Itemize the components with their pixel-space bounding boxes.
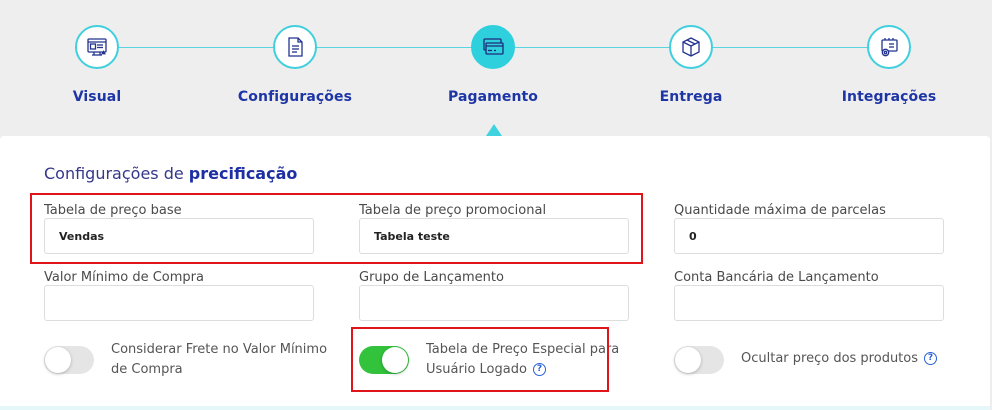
considerar-frete-line1: Considerar Frete no Valor Mínimo: [111, 342, 328, 357]
step-integracoes[interactable]: Integrações: [809, 25, 969, 105]
card-bottom-strip: [0, 406, 990, 410]
visual-layout-icon: [75, 25, 119, 69]
ocultar-preco-text: Ocultar preço dos produtos?: [741, 349, 938, 369]
step-configuracoes[interactable]: Configurações: [215, 25, 375, 105]
considerar-frete-toggle[interactable]: [44, 346, 94, 374]
parcelas-label: Quantidade máxima de parcelas: [674, 203, 886, 218]
step-entrega[interactable]: Entrega: [611, 25, 771, 105]
toggle-knob: [675, 347, 701, 373]
grupo-lancamento-label: Grupo de Lançamento: [359, 270, 504, 285]
step-label: Visual: [72, 89, 122, 105]
ocultar-preco-label: Ocultar preço dos produtos: [741, 351, 919, 366]
step-label: Integrações: [841, 89, 937, 105]
document-icon: [273, 25, 317, 69]
section-title-prefix: Configurações de: [44, 164, 189, 183]
ocultar-preco-toggle[interactable]: [674, 346, 724, 374]
step-pagamento[interactable]: Pagamento: [413, 25, 573, 105]
section-title: Configurações de precificação: [44, 164, 297, 183]
considerar-frete-line2: de Compra: [111, 362, 183, 377]
credit-card-icon: [471, 25, 515, 69]
help-icon[interactable]: ?: [924, 352, 938, 365]
grupo-lancamento-input[interactable]: [359, 285, 629, 321]
integration-gear-icon: [867, 25, 911, 69]
wizard-stepper: Visual Configurações Pagamento Entrega I…: [0, 0, 992, 136]
valor-minimo-label: Valor Mínimo de Compra: [44, 270, 204, 285]
section-title-bold: precificação: [188, 164, 298, 183]
step-label: Pagamento: [447, 89, 539, 105]
step-label: Configurações: [237, 89, 353, 105]
step-visual[interactable]: Visual: [17, 25, 177, 105]
active-step-pointer: [486, 124, 502, 136]
box-icon: [669, 25, 713, 69]
highlight-box-price-tables: [30, 193, 643, 264]
step-label: Entrega: [659, 89, 723, 105]
conta-bancaria-input[interactable]: [674, 285, 944, 321]
considerar-frete-text: Considerar Frete no Valor Mínimo de Comp…: [111, 340, 327, 380]
highlight-box-special-table: [351, 327, 609, 392]
conta-bancaria-label: Conta Bancária de Lançamento: [674, 270, 879, 285]
parcelas-input[interactable]: [674, 218, 944, 254]
valor-minimo-input[interactable]: [44, 285, 314, 321]
toggle-knob: [45, 347, 71, 373]
